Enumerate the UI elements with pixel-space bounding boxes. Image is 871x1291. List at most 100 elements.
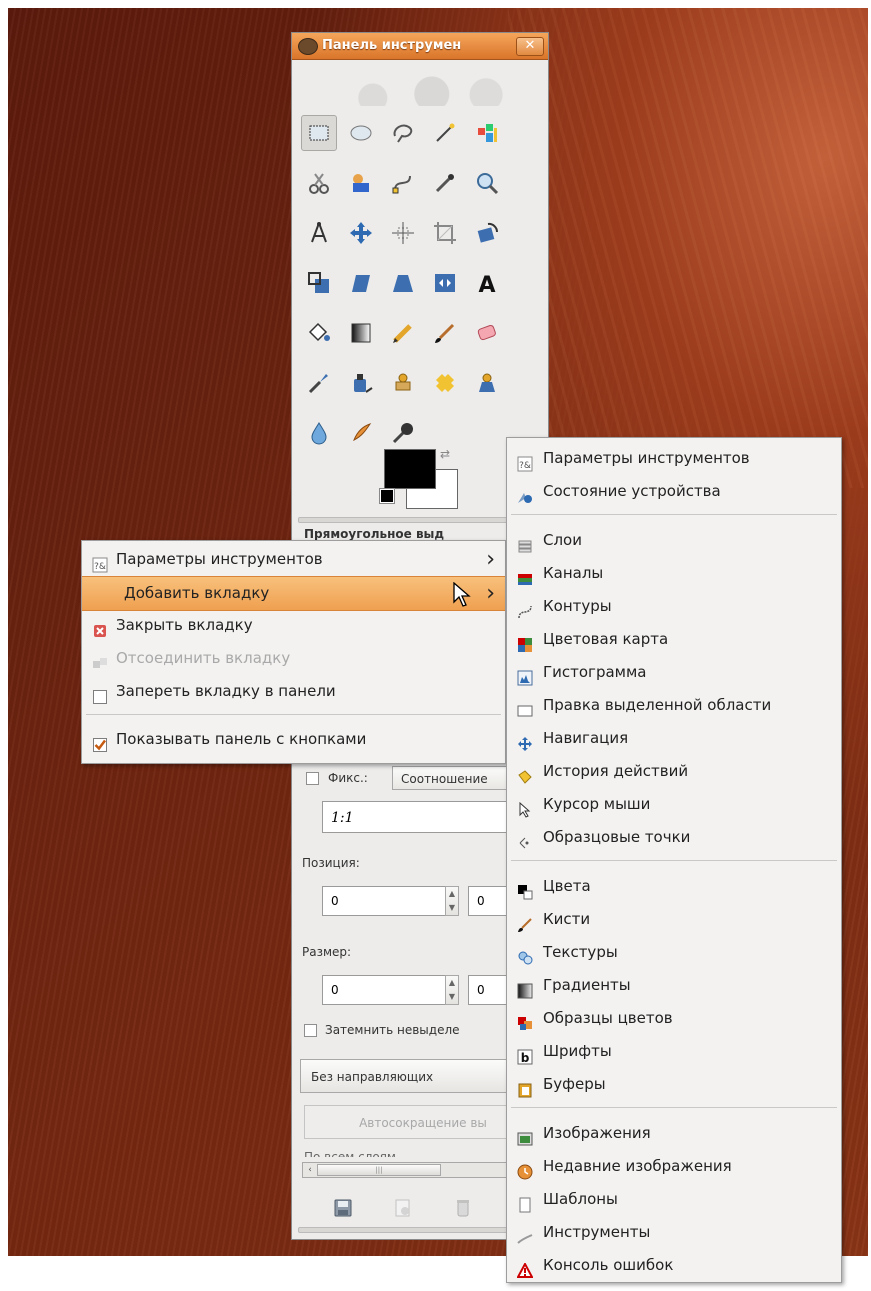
checkbox-icon[interactable]	[92, 684, 108, 704]
tool-button[interactable]	[427, 215, 463, 251]
add-tab-menu-item[interactable]: Консоль ошибок	[507, 1249, 841, 1282]
tool-button[interactable]	[301, 415, 337, 451]
add-tab-menu-item[interactable]: Градиенты	[507, 969, 841, 1002]
context-menu-item[interactable]: Закрыть вкладку	[82, 609, 505, 642]
add-tab-menu-item[interactable]: Каналы	[507, 557, 841, 590]
add-tab-menu-label: Буферы	[543, 1075, 606, 1093]
scroll-left-icon[interactable]: ‹	[303, 1163, 317, 1177]
tool-button[interactable]	[385, 365, 421, 401]
add-tab-menu-item[interactable]: Изображения	[507, 1117, 841, 1150]
add-tab-menu-item[interactable]: Курсор мыши	[507, 788, 841, 821]
tool-button[interactable]	[301, 165, 337, 201]
add-tab-menu-label: Навигация	[543, 729, 629, 747]
tool-button[interactable]	[301, 215, 337, 251]
add-tab-menu-item[interactable]: Навигация	[507, 722, 841, 755]
tool-button[interactable]	[385, 415, 421, 451]
position-x-stepper[interactable]: ▲ ▼	[445, 886, 459, 916]
tool-button[interactable]	[343, 415, 379, 451]
tool-button[interactable]	[301, 265, 337, 301]
checkbox-checked-icon[interactable]	[92, 732, 108, 752]
window-titlebar[interactable]: Панель инструмен ✕	[292, 33, 548, 60]
add-tab-menu-label: Образцы цветов	[543, 1009, 673, 1027]
add-tab-menu-label: Градиенты	[543, 976, 631, 994]
default-colors-icon[interactable]	[379, 488, 395, 504]
tool-button[interactable]	[427, 365, 463, 401]
context-menu-item[interactable]: ?& Параметры инструментов ›	[82, 543, 505, 576]
add-tab-menu-item[interactable]: Текстуры	[507, 936, 841, 969]
tool-button[interactable]	[469, 315, 505, 351]
context-menu-item[interactable]: Показывать панель с кнопками	[82, 723, 505, 756]
tool-button[interactable]	[427, 115, 463, 151]
tool-button[interactable]	[469, 215, 505, 251]
dim-checkbox[interactable]	[304, 1024, 317, 1037]
tool-button[interactable]	[343, 165, 379, 201]
tool-button[interactable]	[427, 315, 463, 351]
save-options-icon[interactable]	[332, 1197, 354, 1219]
add-tab-menu-item[interactable]: b Шрифты	[507, 1035, 841, 1068]
images-icon	[517, 1126, 533, 1146]
context-menu-label: Отсоединить вкладку	[116, 649, 291, 667]
add-tab-menu-item[interactable]: Образцы цветов	[507, 1002, 841, 1035]
add-tab-menu-item[interactable]: Цветовая карта	[507, 623, 841, 656]
add-tab-menu-item[interactable]: Цвета	[507, 870, 841, 903]
restore-options-icon[interactable]	[392, 1197, 414, 1219]
tool-button[interactable]	[385, 165, 421, 201]
tool-button[interactable]: A	[469, 265, 505, 301]
add-tab-menu-item[interactable]: Состояние устройства	[507, 475, 841, 508]
partial-label: По всем слоям	[304, 1150, 396, 1157]
tool-button[interactable]	[427, 265, 463, 301]
add-tab-menu-label: Текстуры	[543, 943, 618, 961]
tool-button[interactable]	[385, 215, 421, 251]
add-tab-menu-item[interactable]: Недавние изображения	[507, 1150, 841, 1183]
undo-history-icon	[517, 764, 533, 784]
tool-options-icon: ?&	[92, 552, 108, 573]
add-tab-menu-label: Правка выделенной области	[543, 696, 772, 714]
context-menu-item[interactable]: Запереть вкладку в панели	[82, 675, 505, 708]
tool-button[interactable]	[469, 165, 505, 201]
add-tab-menu-item[interactable]: Буферы	[507, 1068, 841, 1101]
tool-button[interactable]	[301, 365, 337, 401]
size-w-input[interactable]: 0	[322, 975, 446, 1005]
tool-button[interactable]	[469, 365, 505, 401]
tool-button[interactable]	[301, 115, 337, 151]
add-tab-menu-item[interactable]: Слои	[507, 524, 841, 557]
swap-colors-icon[interactable]: ⇄	[440, 447, 450, 461]
tool-button[interactable]	[469, 115, 505, 151]
add-tab-menu-item[interactable]: Правка выделенной области	[507, 689, 841, 722]
add-tab-menu-item[interactable]: История действий	[507, 755, 841, 788]
submenu-arrow-icon: ›	[486, 581, 495, 606]
buffers-icon	[517, 1077, 533, 1098]
add-tab-menu-item[interactable]: Кисти	[507, 903, 841, 936]
add-tab-menu-item[interactable]: Гистограмма	[507, 656, 841, 689]
tool-button[interactable]	[301, 315, 337, 351]
tool-button[interactable]	[343, 215, 379, 251]
add-tab-menu-item[interactable]: Шаблоны	[507, 1183, 841, 1216]
tool-button[interactable]	[343, 365, 379, 401]
size-w-stepper[interactable]: ▲ ▼	[445, 975, 459, 1005]
scroll-thumb[interactable]: |||	[317, 1164, 441, 1176]
fixed-checkbox[interactable]	[306, 772, 319, 785]
patterns-icon	[517, 945, 533, 965]
tool-button[interactable]	[385, 115, 421, 151]
close-window-button[interactable]: ✕	[516, 37, 544, 56]
tool-button[interactable]	[343, 265, 379, 301]
add-tab-menu-item[interactable]: Контуры	[507, 590, 841, 623]
tool-options-icon: ?&	[517, 451, 533, 472]
foreground-color-swatch[interactable]	[384, 449, 436, 489]
add-tab-menu-item[interactable]: ?& Параметры инструментов	[507, 442, 841, 475]
add-tab-menu-item[interactable]: Инструменты	[507, 1216, 841, 1249]
context-menu-item[interactable]: Добавить вкладку ›	[82, 576, 505, 611]
window-title: Панель инструмен	[322, 38, 462, 53]
tool-button[interactable]	[385, 315, 421, 351]
tool-button[interactable]	[427, 165, 463, 201]
tool-button[interactable]	[343, 115, 379, 151]
tool-options-title: Прямоугольное выд	[304, 527, 445, 541]
add-tab-menu-label: Изображения	[543, 1124, 651, 1142]
delete-options-icon[interactable]	[452, 1197, 474, 1219]
position-x-input[interactable]: 0	[322, 886, 446, 916]
tool-button[interactable]	[385, 265, 421, 301]
tool-button[interactable]	[343, 315, 379, 351]
add-tab-menu-item[interactable]: Образцовые точки	[507, 821, 841, 854]
wilber-drop-area[interactable]	[302, 66, 538, 106]
add-tab-menu-label: Курсор мыши	[543, 795, 651, 813]
